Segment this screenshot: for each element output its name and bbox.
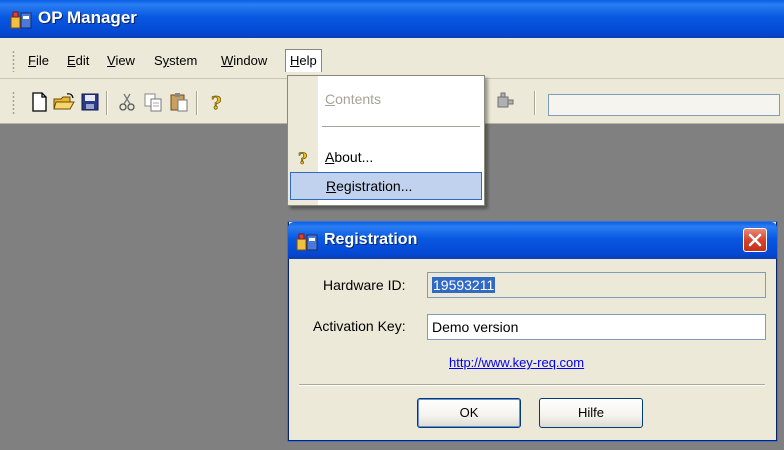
- toolbar-grip[interactable]: [12, 91, 15, 115]
- help-icon[interactable]: ?: [206, 91, 228, 113]
- hardware-id-label: Hardware ID:: [323, 277, 406, 293]
- menu-file[interactable]: File: [24, 51, 53, 71]
- help-dropdown: Contents ? About... Registration...: [287, 75, 485, 206]
- close-icon: [748, 233, 762, 247]
- close-button[interactable]: [743, 228, 767, 252]
- hardware-id-value: 19593211: [432, 277, 496, 293]
- activation-key-label: Activation Key:: [313, 318, 406, 334]
- activation-key-field[interactable]: Demo version: [427, 314, 766, 340]
- help-button[interactable]: Hilfe: [539, 398, 643, 428]
- registration-dialog: Registration Hardware ID: 19593211 Activ…: [288, 222, 777, 441]
- menu-system[interactable]: System: [150, 51, 201, 71]
- hardware-id-field[interactable]: 19593211: [427, 272, 766, 298]
- toolbar-combo[interactable]: [548, 94, 780, 116]
- registration-link[interactable]: http://www.key-req.com: [449, 355, 584, 370]
- plugin-icon[interactable]: [494, 91, 516, 113]
- menu-help[interactable]: Help: [285, 49, 322, 72]
- activation-key-value: Demo version: [432, 319, 519, 335]
- paste-icon[interactable]: [168, 91, 190, 113]
- copy-icon[interactable]: [142, 91, 164, 113]
- menu-separator: [322, 126, 480, 127]
- toolbar-separator: [106, 91, 107, 115]
- app-icon: [10, 11, 32, 29]
- menu-bar: File Edit View System Window Help: [0, 38, 784, 79]
- menu-item-contents[interactable]: Contents: [288, 86, 484, 112]
- app-icon: [296, 233, 318, 251]
- help-question-icon: ?: [298, 149, 308, 166]
- open-folder-icon[interactable]: [53, 91, 75, 113]
- menu-item-registration[interactable]: Registration...: [290, 172, 482, 200]
- menu-edit[interactable]: Edit: [63, 51, 93, 71]
- menu-window[interactable]: Window: [217, 51, 271, 71]
- cut-icon[interactable]: [116, 91, 138, 113]
- save-icon[interactable]: [79, 91, 101, 113]
- toolbar-separator: [534, 91, 535, 115]
- toolbar-separator: [196, 91, 197, 115]
- menu-item-about[interactable]: ? About...: [288, 144, 484, 170]
- new-document-icon[interactable]: [28, 91, 50, 113]
- dialog-title: Registration: [324, 231, 418, 248]
- svg-text:?: ?: [298, 149, 307, 166]
- window-title: OP Manager: [38, 8, 137, 27]
- main-window: OP Manager File Edit View System Window …: [0, 0, 784, 450]
- help-button-label: Hilfe: [577, 405, 604, 420]
- dialog-separator: [299, 384, 765, 385]
- title-bar[interactable]: OP Manager: [0, 0, 784, 38]
- menu-view[interactable]: View: [103, 51, 139, 71]
- svg-text:?: ?: [211, 93, 222, 113]
- ok-button-label: OK: [459, 405, 479, 420]
- dialog-title-bar[interactable]: Registration: [288, 222, 777, 259]
- ok-button[interactable]: OK: [417, 398, 521, 428]
- menubar-grip[interactable]: [12, 50, 15, 72]
